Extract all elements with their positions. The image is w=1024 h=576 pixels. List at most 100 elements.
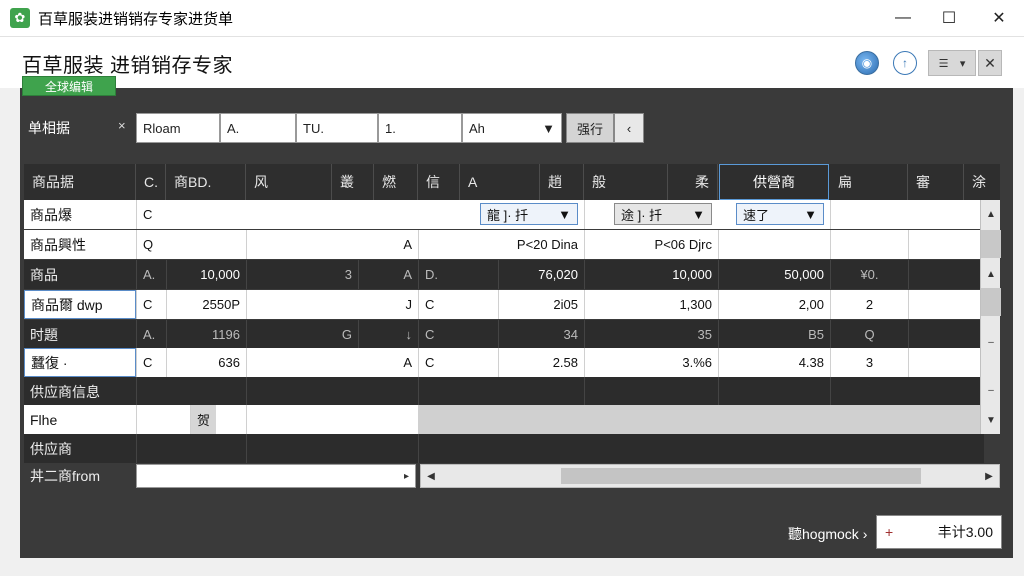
- clear-filter-icon[interactable]: ×: [118, 118, 126, 133]
- tab-global-edit[interactable]: 全球编辑: [22, 76, 116, 96]
- table-row[interactable]: 蠶復 · C 636 A C 2.58 3.%6 4.38 3: [24, 348, 984, 377]
- table-cell[interactable]: C: [418, 290, 498, 319]
- table-cell[interactable]: [908, 260, 984, 289]
- horizontal-scrollbar[interactable]: ◀ ▶: [420, 464, 1000, 488]
- table-cell[interactable]: [908, 320, 984, 349]
- table-cell[interactable]: C: [136, 290, 166, 319]
- table-cell[interactable]: [908, 348, 984, 377]
- scroll-up-icon[interactable]: ▲: [981, 200, 1001, 228]
- table-cell[interactable]: A: [246, 348, 418, 377]
- table-cell[interactable]: C: [418, 348, 498, 377]
- column-header-selected[interactable]: 供營商: [719, 164, 829, 200]
- table-cell[interactable]: Q: [830, 320, 908, 349]
- apply-filter-button[interactable]: 强行: [566, 113, 614, 143]
- table-cell[interactable]: C: [136, 200, 476, 229]
- table-cell[interactable]: B5: [718, 320, 830, 349]
- table-row[interactable]: Flhe 贺: [24, 405, 984, 434]
- close-window-button[interactable]: ✕: [976, 0, 1022, 36]
- filter-select[interactable]: Ah ▼: [462, 113, 562, 143]
- table-cell[interactable]: A.: [136, 320, 166, 349]
- table-cell[interactable]: 34: [498, 320, 584, 349]
- scroll-up-icon[interactable]: ▲: [981, 260, 1001, 288]
- column-header[interactable]: 信: [418, 164, 460, 200]
- table-cell[interactable]: C: [136, 348, 166, 377]
- table-cell[interactable]: 76,020: [498, 260, 584, 289]
- menu-button[interactable]: ☰ ▾: [928, 50, 976, 76]
- column-header[interactable]: C.: [136, 164, 166, 200]
- scroll-thumb[interactable]: [981, 230, 1001, 258]
- table-cell[interactable]: 2,00: [718, 290, 830, 319]
- table-cell[interactable]: 636: [166, 348, 246, 377]
- scroll-dash-icon[interactable]: –: [981, 328, 1001, 356]
- column-header[interactable]: 叢: [332, 164, 374, 200]
- cell-dropdown[interactable]: 途 ]· 扦 ▼: [614, 203, 712, 225]
- scroll-dash-icon[interactable]: –: [981, 376, 1001, 404]
- column-header[interactable]: 趙: [540, 164, 584, 200]
- cell-dropdown[interactable]: 速了 ▼: [736, 203, 824, 225]
- table-cell[interactable]: 10,000: [584, 260, 718, 289]
- table-row[interactable]: 时題 A. 1196 G ↓ C 34 35 B5 Q: [24, 320, 984, 349]
- table-cell[interactable]: J: [246, 290, 418, 319]
- table-cell[interactable]: P<06 Djrc: [584, 230, 718, 259]
- table-cell[interactable]: 2: [830, 290, 908, 319]
- column-header[interactable]: 柔: [668, 164, 718, 200]
- column-header[interactable]: 審: [908, 164, 964, 200]
- table-cell[interactable]: A.: [136, 260, 166, 289]
- plus-icon[interactable]: +: [885, 524, 893, 540]
- filter-field-2[interactable]: A.: [220, 113, 296, 143]
- table-cell[interactable]: D.: [418, 260, 498, 289]
- column-header[interactable]: 燃: [374, 164, 418, 200]
- table-cell[interactable]: 贺: [190, 405, 216, 434]
- close-panel-button[interactable]: ✕: [978, 50, 1002, 76]
- table-cell[interactable]: 1,300: [584, 290, 718, 319]
- table-cell[interactable]: 2.58: [498, 348, 584, 377]
- column-header[interactable]: 商品据: [24, 164, 136, 200]
- filter-field-1[interactable]: Rloam: [136, 113, 220, 143]
- filter-field-3[interactable]: TU.: [296, 113, 378, 143]
- footer-label[interactable]: 聽hogmock ›: [788, 524, 867, 544]
- table-cell[interactable]: 10,000: [166, 260, 246, 289]
- table-row[interactable]: 商品爾 dwp C 2550P J C 2i05 1,300 2,00 2: [24, 290, 984, 319]
- table-cell[interactable]: A: [358, 260, 418, 289]
- table-cell[interactable]: [830, 230, 908, 259]
- table-cell[interactable]: [718, 230, 830, 259]
- table-cell[interactable]: C: [418, 320, 498, 349]
- table-cell[interactable]: 3: [830, 348, 908, 377]
- table-cell[interactable]: 3: [246, 260, 358, 289]
- scroll-left-icon[interactable]: ◀: [421, 465, 441, 487]
- table-row[interactable]: 商品興性 Q A P<20 Dina P<06 Djrc: [24, 230, 984, 259]
- info-icon[interactable]: ↑: [893, 51, 917, 75]
- column-header[interactable]: A: [460, 164, 540, 200]
- table-cell[interactable]: 35: [584, 320, 718, 349]
- chevron-left-icon[interactable]: ‹: [614, 113, 644, 143]
- maximize-button[interactable]: ☐: [926, 0, 972, 36]
- scroll-thumb[interactable]: [561, 468, 921, 484]
- table-cell[interactable]: 1196: [166, 320, 246, 349]
- column-header[interactable]: 商BD.: [166, 164, 246, 200]
- table-cell[interactable]: [246, 405, 418, 434]
- column-header[interactable]: 般: [584, 164, 668, 200]
- table-cell[interactable]: [908, 230, 984, 259]
- table-row[interactable]: 商品 A. 10,000 3 A D. 76,020 10,000 50,000…: [24, 260, 984, 289]
- table-cell[interactable]: Q: [136, 230, 246, 259]
- scroll-down-icon[interactable]: ▼: [981, 406, 1001, 434]
- table-cell[interactable]: G: [246, 320, 358, 349]
- table-cell[interactable]: 3.%6: [584, 348, 718, 377]
- globe-icon[interactable]: ◉: [855, 51, 879, 75]
- table-cell[interactable]: ¥0.: [830, 260, 908, 289]
- supplier-input[interactable]: ▸: [136, 464, 416, 488]
- filter-field-4[interactable]: 1.: [378, 113, 462, 143]
- cell-dropdown[interactable]: 龍 ]· 扦 ▼: [480, 203, 578, 225]
- table-cell[interactable]: 50,000: [718, 260, 830, 289]
- table-cell[interactable]: 2550P: [166, 290, 246, 319]
- column-header[interactable]: 风: [246, 164, 332, 200]
- scroll-right-icon[interactable]: ▶: [979, 465, 999, 487]
- table-cell[interactable]: A: [246, 230, 418, 259]
- table-cell[interactable]: [136, 405, 190, 434]
- column-header[interactable]: 涂: [964, 164, 1000, 200]
- table-cell[interactable]: ↓: [358, 320, 418, 349]
- minimize-button[interactable]: —: [880, 0, 926, 36]
- table-cell[interactable]: 2i05: [498, 290, 584, 319]
- column-header[interactable]: 扁: [830, 164, 908, 200]
- scroll-thumb[interactable]: [981, 288, 1001, 316]
